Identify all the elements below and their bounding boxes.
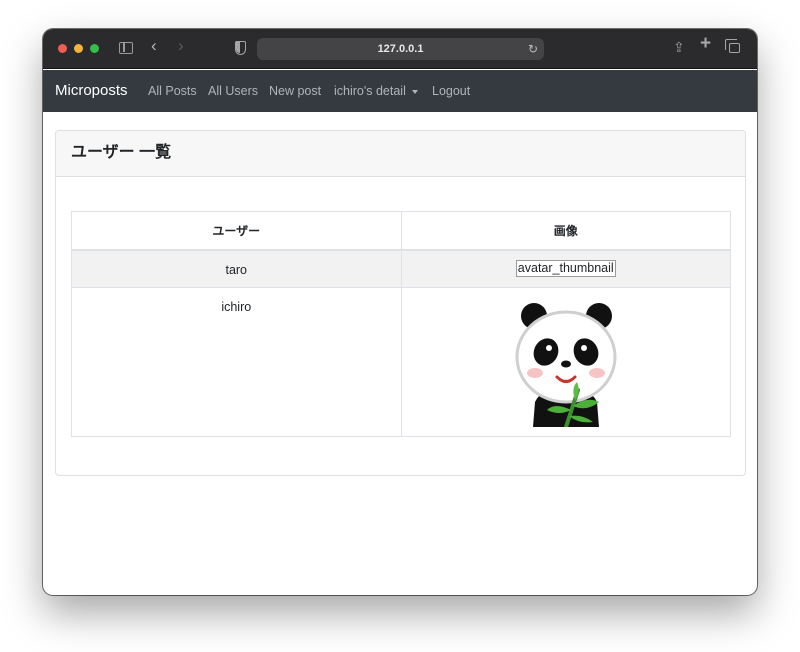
- user-name-cell: ichiro: [71, 287, 402, 437]
- nav-user-detail-label: ichiro's detail: [334, 84, 406, 98]
- sidebar-icon[interactable]: [119, 42, 133, 54]
- browser-toolbar: ‹ › 127.0.0.1 ↻ ⇪ +: [43, 29, 757, 69]
- url-text[interactable]: 127.0.0.1: [257, 38, 544, 60]
- column-header-image: 画像: [400, 211, 731, 251]
- share-icon[interactable]: ⇪: [673, 40, 685, 54]
- reload-icon[interactable]: ↻: [528, 42, 538, 56]
- broken-image-placeholder: avatar_thumbnail: [515, 259, 616, 277]
- chevron-left-icon[interactable]: ‹: [151, 37, 157, 54]
- browser-window: ‹ › 127.0.0.1 ↻ ⇪ + Microposts All Posts…: [43, 29, 757, 595]
- zoom-window-button[interactable]: [90, 44, 99, 53]
- column-header-user: ユーザー: [71, 211, 402, 251]
- card-header: ユーザー 一覧: [56, 131, 745, 177]
- tabs-overview-icon[interactable]: [725, 39, 740, 53]
- user-name[interactable]: ichiro: [221, 300, 251, 314]
- site-navbar: Microposts All Posts All Users New post …: [43, 70, 757, 112]
- users-table: ユーザー 画像 taro avatar_thumbnail ichiro: [71, 211, 731, 437]
- nav-new-post[interactable]: New post: [269, 70, 321, 112]
- nav-user-detail-dropdown[interactable]: ichiro's detail: [334, 70, 418, 112]
- chevron-right-icon[interactable]: ›: [178, 37, 184, 54]
- plus-icon[interactable]: +: [700, 34, 711, 53]
- shield-icon[interactable]: [235, 41, 246, 55]
- user-image-cell: avatar_thumbnail: [400, 249, 731, 288]
- nav-all-users[interactable]: All Users: [208, 70, 258, 112]
- table-header-row: ユーザー 画像: [71, 211, 731, 251]
- caret-down-icon: [411, 89, 418, 94]
- users-card: ユーザー 一覧 ユーザー 画像 taro avatar_thumbnail ic…: [55, 130, 746, 476]
- brand-link[interactable]: Microposts: [55, 70, 128, 112]
- user-image-cell: [400, 287, 731, 437]
- address-bar[interactable]: 127.0.0.1 ↻: [257, 38, 544, 60]
- user-name[interactable]: taro: [225, 263, 247, 277]
- table-row: ichiro: [71, 287, 731, 437]
- minimize-window-button[interactable]: [74, 44, 83, 53]
- user-name-cell: taro: [71, 249, 402, 288]
- nav-logout[interactable]: Logout: [432, 70, 470, 112]
- page-title: ユーザー 一覧: [71, 144, 172, 161]
- nav-all-posts[interactable]: All Posts: [148, 70, 197, 112]
- panda-avatar-image: [515, 303, 617, 427]
- table-row: taro avatar_thumbnail: [71, 249, 731, 288]
- close-window-button[interactable]: [58, 44, 67, 53]
